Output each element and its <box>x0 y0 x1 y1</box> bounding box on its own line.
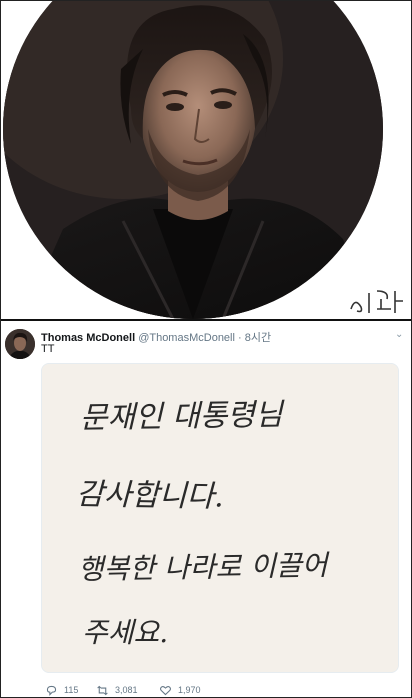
retweet-button[interactable]: 3,081 <box>96 683 138 697</box>
display-name[interactable]: Thomas McDonell <box>41 332 135 344</box>
note-line-1: 문재인 대통령님 <box>80 397 286 436</box>
retweet-icon <box>97 685 108 695</box>
like-button[interactable]: 1,970 <box>159 683 201 697</box>
reply-icon <box>46 685 57 696</box>
avatar[interactable] <box>5 329 35 359</box>
tweet-media-image[interactable]: 문재인 대통령님 감사합니다. 행복한 나라로 이끌어 주세요. <box>41 363 399 673</box>
note-line-2: 감사합니다. <box>76 477 224 515</box>
screenshot-frame: Thomas McDonell @ThomasMcDonell · 8시간 ⌄ … <box>0 0 412 698</box>
user-handle[interactable]: @ThomasMcDonell <box>138 332 235 344</box>
tweet-timestamp[interactable]: 8시간 <box>245 332 271 344</box>
like-count: 1,970 <box>178 685 201 695</box>
reply-count: 115 <box>64 685 79 695</box>
tweet-actions: 115 3,081 1,970 <box>41 683 341 697</box>
tweet-text: TT <box>41 343 55 355</box>
portrait-photo <box>3 1 383 319</box>
tweet-header: Thomas McDonell @ThomasMcDonell · 8시간 ⌄ <box>41 329 403 345</box>
handwriting-scribble <box>350 290 403 313</box>
note-line-4: 주세요. <box>82 616 168 649</box>
heart-icon <box>160 685 171 695</box>
tweet-card[interactable]: Thomas McDonell @ThomasMcDonell · 8시간 ⌄ … <box>1 321 411 697</box>
header-separator: · <box>238 332 242 344</box>
retweet-count: 3,081 <box>115 685 138 695</box>
profile-photo-panel <box>1 1 411 319</box>
chevron-down-icon[interactable]: ⌄ <box>395 329 403 340</box>
note-line-3: 행복한 나라로 이끌어 <box>78 549 331 586</box>
reply-button[interactable]: 115 <box>45 683 78 697</box>
